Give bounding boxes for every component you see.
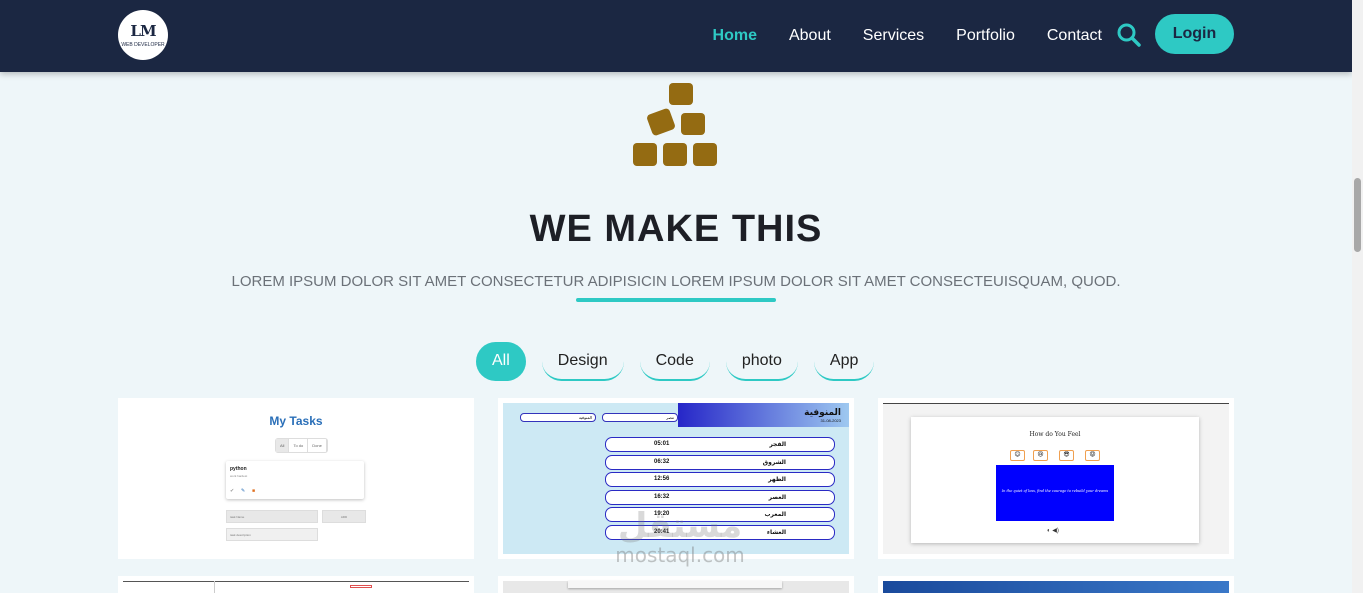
portfolio-card-5[interactable] [498, 576, 854, 593]
hero-title: WE MAKE THIS [529, 208, 823, 250]
task-name-input: task Name [226, 510, 318, 523]
logo-text: LM [130, 22, 156, 40]
card-preview [883, 581, 1229, 593]
card-preview-panel [568, 581, 782, 588]
scrollbar[interactable] [1352, 0, 1363, 593]
task-name: python [230, 466, 247, 472]
tasks-tab: To do [289, 439, 309, 452]
prayer-name: الظهر [768, 477, 786, 483]
filter-code[interactable]: Code [639, 342, 710, 381]
add-task-button: ADD [322, 510, 366, 523]
prayer-name: المغرب [764, 512, 786, 518]
prayer-time: 12:56 [654, 476, 670, 482]
prayer-row: 06:32 الشروق [605, 455, 835, 470]
nav-about[interactable]: About [789, 27, 831, 45]
tasks-tab: Done [308, 439, 327, 452]
prayer-row: 16:32 العصر [605, 490, 835, 505]
card-preview [123, 581, 469, 593]
cubes-icon [630, 80, 720, 170]
tasks-tab: All [276, 439, 290, 452]
feelings-panel: How do You Feel 😊 😢 😎 😡 In the quiet of … [911, 417, 1199, 543]
navbar: LM WEB DEVELOPER Home About Services Por… [0, 0, 1352, 72]
task-item: python work hardest ✔ ✎ ■ [226, 461, 364, 499]
nav-links: Home About Services Portfolio Contact [713, 0, 1102, 72]
emoji-happy-icon: 😊 [1010, 450, 1025, 461]
prayer-name: العصر [768, 495, 786, 501]
portfolio-card-feelings[interactable]: How do You Feel 😊 😢 😎 😡 In the quiet of … [878, 398, 1234, 559]
quote-text: In the quiet of loss, find the courage t… [1001, 489, 1109, 493]
watermark-arabic: مستقل [617, 506, 743, 546]
scrollbar-thumb[interactable] [1354, 178, 1361, 252]
check-icon: ✔ [230, 488, 235, 494]
task-description-input: task description [226, 528, 318, 541]
tasks-tabs: All To do Done [275, 438, 328, 453]
prayer-time: 05:01 [654, 441, 670, 447]
nav-portfolio[interactable]: Portfolio [956, 27, 1015, 45]
card-preview-divider [214, 581, 215, 593]
portfolio-card-6[interactable] [878, 576, 1234, 593]
prayer-name: الشروق [762, 460, 786, 466]
prayer-name: الفجر [769, 442, 786, 448]
audio-controls: ◐ ◀) [1047, 528, 1059, 534]
prayer-time: 16:32 [654, 494, 670, 500]
tasks-title: My Tasks [269, 414, 323, 428]
portfolio-card-tasks[interactable]: My Tasks All To do Done python work hard… [118, 398, 474, 559]
prayer-date: 31-08-2023 [820, 418, 841, 423]
nav-contact[interactable]: Contact [1047, 27, 1102, 45]
watermark-latin: mostaql.com [615, 543, 745, 567]
feelings-title: How do You Feel [1029, 431, 1081, 438]
quote-box: In the quiet of loss, find the courage t… [996, 465, 1114, 521]
edit-icon: ✎ [241, 488, 246, 494]
nav-services[interactable]: Services [863, 27, 924, 45]
hero-subtitle: LOREM IPSUM DOLOR SIT AMET CONSECTETUR A… [231, 273, 1121, 290]
trash-icon: ■ [252, 488, 256, 494]
portfolio-filters: All Design Code photo App [476, 342, 875, 381]
filter-app[interactable]: App [813, 342, 875, 381]
watermark: مستقل mostaql.com [600, 508, 760, 566]
prayer-name: العشاء [766, 530, 786, 536]
filter-photo[interactable]: photo [725, 342, 798, 381]
prayer-row: 12:56 الظهر [605, 472, 835, 487]
prayer-row: 05:01 الفجر [605, 437, 835, 452]
nav-home[interactable]: Home [713, 27, 757, 45]
card-preview-badge [350, 585, 372, 588]
logo[interactable]: LM WEB DEVELOPER [118, 10, 168, 60]
emoji-sad-icon: 😢 [1033, 450, 1048, 461]
filter-all[interactable]: All [476, 342, 526, 381]
logo-subtext: WEB DEVELOPER [121, 42, 165, 48]
prayer-select-country: مصر [602, 413, 678, 422]
filter-design[interactable]: Design [541, 342, 624, 381]
hero-underline [576, 298, 776, 302]
login-button[interactable]: Login [1155, 14, 1234, 54]
prayer-header: المنوفية 31-08-2023 [678, 403, 849, 427]
emoji-cool-icon: 😎 [1059, 450, 1074, 461]
task-description: work hardest [230, 474, 248, 478]
search-icon[interactable] [1116, 22, 1142, 48]
prayer-select-city: المنوفية [520, 413, 596, 422]
portfolio-card-4[interactable] [118, 576, 474, 593]
emoji-angry-icon: 😡 [1085, 450, 1100, 461]
prayer-time: 06:32 [654, 459, 670, 465]
prayer-city: المنوفية [804, 407, 841, 417]
